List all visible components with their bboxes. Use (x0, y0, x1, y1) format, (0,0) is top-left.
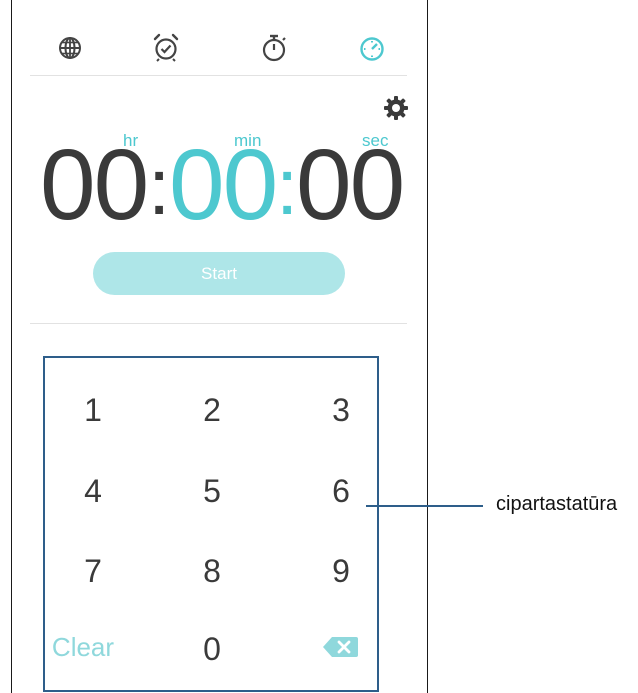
tab-divider (30, 75, 407, 76)
backspace-icon (323, 637, 358, 657)
key-3[interactable]: 3 (311, 385, 371, 435)
start-button[interactable]: Start (93, 252, 345, 295)
callout-line (366, 505, 483, 507)
hours-display[interactable]: 00 (40, 135, 149, 235)
tab-bar (12, 0, 427, 76)
tab-timer[interactable] (352, 28, 392, 68)
phone-screen: hr min sec 00 : 00 : 00 Start 1 2 3 4 5 … (11, 0, 428, 693)
backspace-button[interactable] (311, 622, 371, 672)
key-9[interactable]: 9 (311, 546, 371, 596)
key-4[interactable]: 4 (63, 466, 123, 516)
tab-stopwatch[interactable] (254, 28, 294, 68)
key-2[interactable]: 2 (182, 385, 242, 435)
timer-icon (360, 37, 384, 61)
globe-icon (59, 37, 81, 59)
time-separator: : (148, 142, 170, 231)
key-1[interactable]: 1 (63, 385, 123, 435)
gear-icon (384, 96, 408, 120)
numeric-keypad: 1 2 3 4 5 6 7 8 9 Clear 0 (43, 356, 379, 692)
key-6[interactable]: 6 (311, 466, 371, 516)
stopwatch-icon (262, 34, 286, 62)
alarm-clock-icon (153, 33, 179, 62)
section-divider (30, 323, 407, 324)
time-separator: : (276, 142, 298, 231)
key-8[interactable]: 8 (182, 546, 242, 596)
tab-alarm[interactable] (146, 28, 186, 68)
key-0[interactable]: 0 (182, 624, 242, 674)
key-5[interactable]: 5 (182, 466, 242, 516)
minutes-display[interactable]: 00 (169, 135, 278, 235)
callout-label: cipartastatūra (496, 493, 618, 515)
settings-button[interactable] (382, 94, 410, 122)
key-7[interactable]: 7 (63, 546, 123, 596)
seconds-display[interactable]: 00 (296, 135, 405, 235)
tab-world-clock[interactable] (50, 28, 90, 68)
clear-button[interactable]: Clear (43, 622, 123, 672)
